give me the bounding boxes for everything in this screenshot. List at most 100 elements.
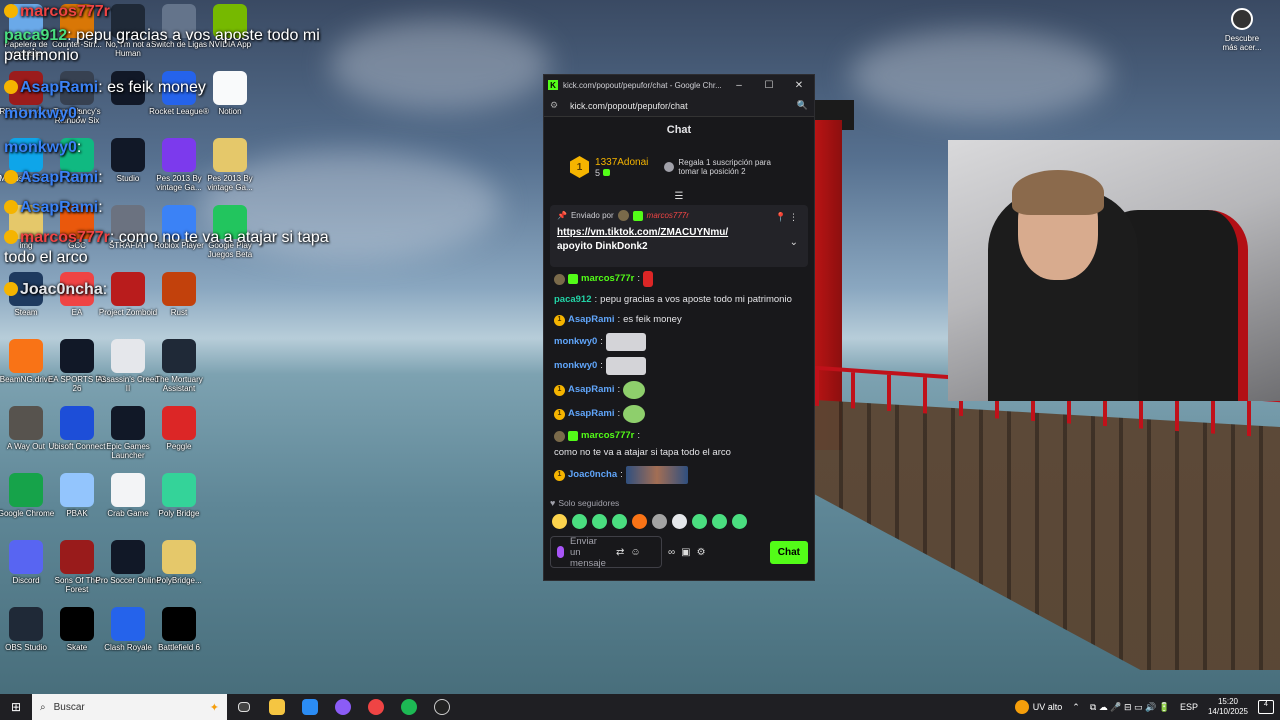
gold-badge-icon: 1: [554, 384, 565, 396]
pinned-user[interactable]: marcos777r: [647, 211, 689, 220]
emote-icon[interactable]: [652, 514, 667, 529]
user-badge-icon: [617, 210, 629, 221]
gift-cta[interactable]: Regala 1 suscripción para tomar la posic…: [664, 158, 788, 176]
emote-icon: [605, 357, 646, 375]
app-icon: [162, 339, 196, 373]
pinned-text: apoyito DinkDonk2: [557, 241, 648, 252]
chat-username[interactable]: monkwy0: [554, 335, 597, 349]
app-icon: [162, 607, 196, 641]
pinned-link[interactable]: https://vm.tiktok.com/ZMACUYNmu/: [557, 227, 801, 238]
taskbar-search[interactable]: ⌕ Buscar ✦: [32, 694, 227, 720]
desktop-icon[interactable]: Poly Bridge: [145, 473, 213, 518]
chat-input-placeholder[interactable]: Enviar un mensaje: [570, 536, 610, 569]
address-bar[interactable]: ⚙ kick.com/popout/pepufor/chat 🔍: [544, 95, 814, 117]
emote-icon[interactable]: [612, 514, 627, 529]
expand-chevron-icon[interactable]: ⌄: [790, 237, 798, 248]
app-icon: [9, 339, 43, 373]
chrome-profile-icon[interactable]: [326, 694, 359, 720]
minimize-button[interactable]: –: [724, 80, 754, 91]
overlay-line: monkwy0:: [4, 139, 82, 156]
emote-bar[interactable]: [544, 508, 814, 535]
obs-icon[interactable]: [425, 694, 458, 720]
chat-username[interactable]: monkwy0: [554, 359, 597, 373]
pin-icon: 📌: [557, 211, 567, 220]
cloud: [850, 30, 1110, 120]
store-icon[interactable]: ▣: [681, 547, 690, 558]
overlay-line: AsapRami:: [4, 168, 344, 188]
emote-icon[interactable]: [572, 514, 587, 529]
chat-username[interactable]: Joac0ncha: [568, 468, 617, 482]
app-icon: [162, 473, 196, 507]
sub-badge-icon: [568, 274, 578, 284]
discover-icon[interactable]: Descubre más acer...: [1220, 8, 1264, 52]
chat-username[interactable]: AsapRami: [568, 313, 614, 327]
chat-message: marcos777r: como no te va a atajar si ta…: [554, 429, 731, 458]
emote-icon[interactable]: [712, 514, 727, 529]
chat-input[interactable]: Enviar un mensaje ⇄ ☺: [550, 536, 662, 569]
desktop-icon[interactable]: PolyBridge...: [145, 540, 213, 585]
emoji-icon[interactable]: ☺: [630, 547, 640, 558]
settings-gear-icon[interactable]: ⚙: [697, 547, 706, 558]
tray-icons[interactable]: ⧉ ☁ 🎤 ⊟ ▭ 🔊 🔋: [1090, 702, 1170, 713]
chat-message: monkwy0:: [554, 333, 804, 351]
emote-icon: [623, 381, 646, 399]
chat-username[interactable]: marcos777r: [581, 429, 634, 443]
chrome-icon[interactable]: [359, 694, 392, 720]
chat-username[interactable]: AsapRami: [568, 407, 614, 421]
unpin-icon[interactable]: 📍 ⋮: [775, 212, 798, 223]
emote-icon[interactable]: [732, 514, 747, 529]
file-explorer-icon[interactable]: [260, 694, 293, 720]
chat-message: 1 AsapRami: es feik money: [554, 313, 804, 327]
desktop-icon[interactable]: Peggle: [145, 406, 213, 451]
mic-icon[interactable]: [557, 546, 564, 558]
windows-start-icon[interactable]: ⊞: [0, 694, 32, 720]
close-button[interactable]: ✕: [784, 80, 814, 91]
window-titlebar[interactable]: K kick.com/popout/pepufor/chat - Google …: [544, 75, 814, 95]
system-tray: UV alto ⌃ ⧉ ☁ 🎤 ⊟ ▭ 🔊 🔋 ESP 15:20 14/10/…: [1014, 697, 1280, 717]
weather-widget[interactable]: UV alto: [1014, 700, 1062, 714]
desktop-icon-label: Peggle: [166, 442, 192, 451]
tray-chevron-icon[interactable]: ⌃: [1072, 702, 1080, 713]
collapse-chevron-icon[interactable]: ☰: [544, 191, 814, 205]
task-view-icon[interactable]: [227, 694, 260, 720]
translate-icon[interactable]: ⇄: [616, 547, 624, 558]
clock[interactable]: 15:20 14/10/2025: [1208, 697, 1248, 717]
emote-icon[interactable]: [592, 514, 607, 529]
chat-username[interactable]: AsapRami: [568, 383, 614, 397]
chat-username[interactable]: paca912: [554, 293, 592, 307]
chat-message: 1 Joac0ncha:: [554, 466, 804, 484]
store-app-icon[interactable]: [293, 694, 326, 720]
emote-icon[interactable]: [692, 514, 707, 529]
emote-icon[interactable]: [552, 514, 567, 529]
maximize-button[interactable]: ☐: [754, 80, 784, 91]
overlay-line: AsapRami:: [4, 198, 344, 218]
spotify-icon[interactable]: [392, 694, 425, 720]
pinned-message[interactable]: 📌 Enviado por marcos777r https://vm.tikt…: [550, 205, 808, 267]
emote-icon[interactable]: [632, 514, 647, 529]
emote-icon[interactable]: [672, 514, 687, 529]
site-info-icon[interactable]: ⚙: [550, 100, 564, 111]
points-icon[interactable]: ∞: [668, 547, 675, 558]
desktop-icon[interactable]: The Mortuary Assistant: [145, 339, 213, 393]
overlay-line: paca912: pepu gracias a vos aposte todo …: [4, 27, 320, 64]
overlay-line: marcos777r: como no te va a atajar si ta…: [4, 229, 329, 266]
chat-text: es feik money: [623, 314, 682, 325]
desktop-icon[interactable]: Battlefield 6: [145, 607, 213, 652]
app-icon: [60, 473, 94, 507]
app-icon: [9, 607, 43, 641]
gift-leaderboard[interactable]: 1 1337Adonai 5 Regala 1 suscripción para…: [544, 143, 814, 191]
chat-username[interactable]: marcos777r: [581, 272, 634, 286]
language-indicator[interactable]: ESP: [1180, 702, 1198, 712]
url-text[interactable]: kick.com/popout/pepufor/chat: [570, 101, 797, 111]
zoom-icon[interactable]: 🔍: [797, 100, 808, 111]
overlay-line: marcos777r: [4, 2, 344, 22]
overlay-line: Joac0ncha:: [4, 280, 344, 300]
webcam-overlay: [948, 140, 1280, 401]
emote-icon: [643, 271, 653, 287]
app-icon: [111, 607, 145, 641]
desktop-icon-label: The Mortuary Assistant: [155, 375, 203, 393]
notifications-icon[interactable]: 4: [1258, 700, 1274, 714]
app-icon: [60, 406, 94, 440]
chat-popup-window[interactable]: K kick.com/popout/pepufor/chat - Google …: [543, 74, 815, 581]
send-chat-button[interactable]: Chat: [769, 540, 808, 564]
